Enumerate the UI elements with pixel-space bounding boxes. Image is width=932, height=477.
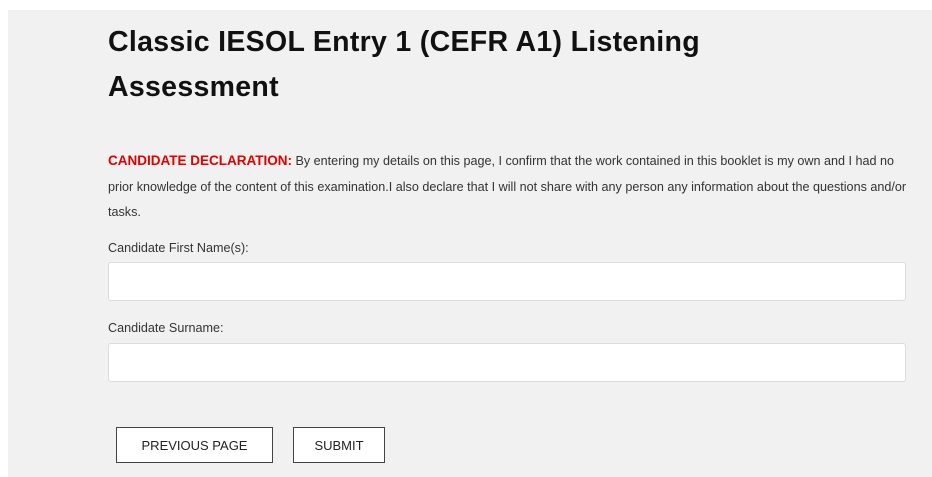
page-title: Classic IESOL Entry 1 (CEFR A1) Listenin…: [108, 26, 700, 103]
previous-page-button[interactable]: PREVIOUS PAGE: [116, 427, 273, 463]
submit-button[interactable]: SUBMIT: [293, 427, 385, 463]
declaration-label: CANDIDATE DECLARATION:: [108, 153, 292, 168]
first-name-label: Candidate First Name(s):: [108, 241, 249, 255]
main-panel: Classic IESOL Entry 1 (CEFR A1) Listenin…: [8, 10, 932, 477]
first-name-input[interactable]: [108, 262, 906, 301]
surname-label: Candidate Surname:: [108, 321, 224, 335]
candidate-declaration: CANDIDATE DECLARATION: By entering my de…: [108, 148, 908, 226]
surname-input[interactable]: [108, 343, 906, 382]
